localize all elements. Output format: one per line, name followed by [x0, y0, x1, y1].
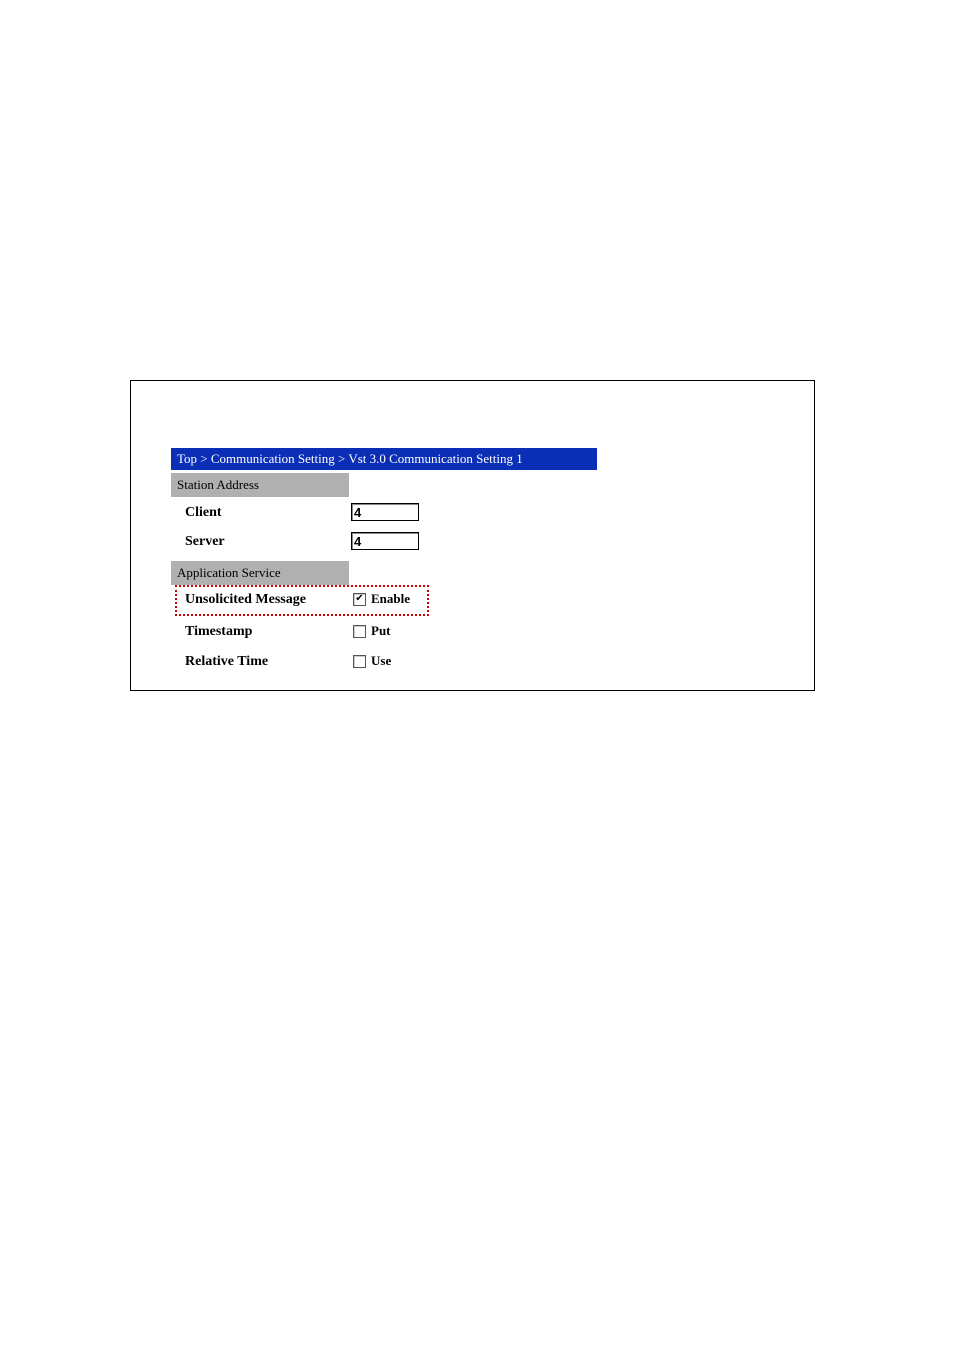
checkbox-enable-label: Enable [371, 591, 410, 607]
input-client[interactable] [351, 503, 419, 521]
checkbox-put[interactable] [353, 625, 366, 638]
label-client: Client [185, 505, 222, 521]
label-unsolicited-message: Unsolicited Message [185, 592, 306, 608]
section-application-service: Application Service [171, 561, 349, 585]
checkbox-use-label: Use [371, 653, 391, 669]
label-timestamp: Timestamp [185, 624, 252, 640]
settings-panel-frame: Top > Communication Setting > Vst 3.0 Co… [130, 380, 815, 691]
breadcrumb: Top > Communication Setting > Vst 3.0 Co… [171, 448, 597, 470]
checkbox-put-wrap[interactable]: Put [353, 623, 391, 639]
checkbox-enable-wrap[interactable]: ✔ Enable [353, 591, 410, 607]
input-server[interactable] [351, 532, 419, 550]
checkbox-use-wrap[interactable]: Use [353, 653, 391, 669]
section-station-address: Station Address [171, 473, 349, 497]
checkbox-put-label: Put [371, 623, 391, 639]
label-server: Server [185, 534, 225, 550]
check-icon: ✔ [355, 594, 363, 604]
checkbox-use[interactable] [353, 655, 366, 668]
label-relative-time: Relative Time [185, 654, 268, 670]
checkbox-enable[interactable]: ✔ [353, 593, 366, 606]
